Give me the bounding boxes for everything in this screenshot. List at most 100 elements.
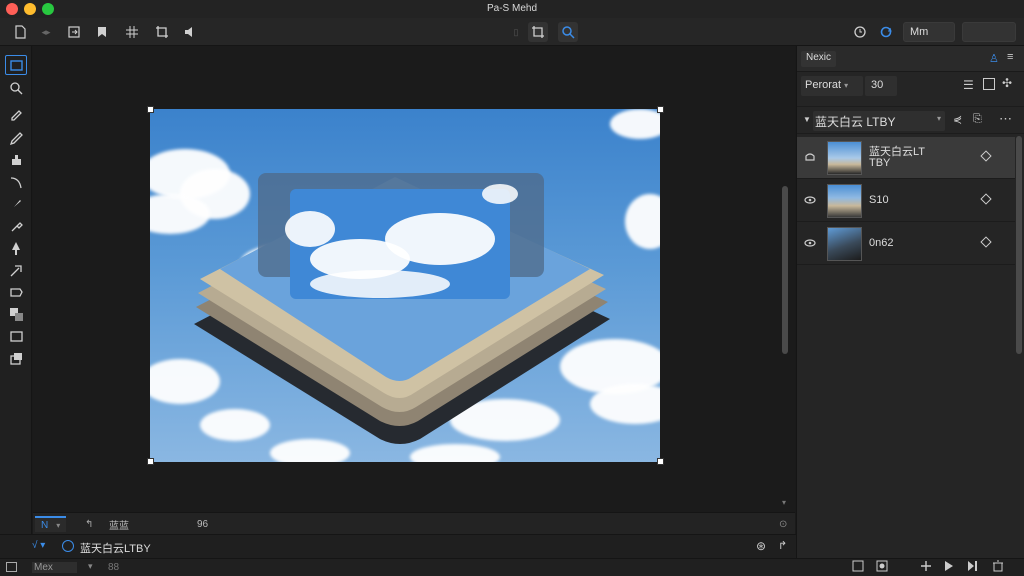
layer-stack-illustration	[194, 173, 610, 444]
divider-icon: ▯	[513, 26, 519, 37]
path-icon[interactable]: √ ▾	[32, 540, 45, 551]
panel-tab-bar: Nexic ♙ ≡	[797, 46, 1024, 72]
chevron-down-icon: ▾	[56, 520, 61, 530]
stamp-tool-icon[interactable]	[5, 150, 27, 170]
window-title: Pa-S Mehd	[486, 3, 538, 14]
grid-icon[interactable]	[122, 22, 142, 42]
curve-tool-icon[interactable]	[5, 172, 27, 192]
group-name-field[interactable]: 蓝天白云 LTBY ▾	[813, 111, 945, 131]
adjust-icon[interactable]: ✣	[1002, 76, 1012, 90]
play-icon[interactable]	[942, 560, 956, 574]
expand-icon[interactable]: ↱	[778, 539, 787, 552]
layer-row[interactable]: S10	[797, 180, 1015, 222]
layer-name: 0n62	[869, 237, 894, 249]
chevron-down-icon: ▾	[936, 114, 941, 123]
tool-strip	[0, 46, 32, 536]
menu-icon[interactable]: ≡	[1007, 51, 1013, 63]
canvas-area[interactable]: ▴ ▾	[33, 46, 817, 512]
new-layer-icon[interactable]: ⎘	[973, 113, 982, 126]
layer-row[interactable]: 蓝天白云LT TBY	[797, 137, 1015, 179]
link-icon[interactable]: ⋞	[953, 113, 962, 126]
crop-icon[interactable]	[152, 22, 172, 42]
dodge-tool-icon[interactable]	[5, 216, 27, 236]
visibility-icon[interactable]	[804, 151, 816, 163]
circle-icon[interactable]	[62, 540, 74, 552]
mask-icon[interactable]	[876, 560, 890, 574]
canvas-vertical-scrollbar[interactable]	[782, 186, 788, 354]
transform-handle-top-right[interactable]	[657, 106, 664, 113]
screen-mode-icon[interactable]	[5, 326, 27, 346]
pen-tool-icon[interactable]	[5, 128, 27, 148]
title-bar: Pa-S Mehd	[0, 0, 1024, 18]
sync-icon[interactable]	[876, 22, 896, 42]
keyframe-diamond-icon[interactable]	[980, 193, 992, 205]
brush-tool-icon[interactable]	[5, 194, 27, 214]
user-icon[interactable]: ♙	[989, 52, 999, 65]
keyframe-diamond-icon[interactable]	[980, 236, 992, 248]
zoom-tool-icon[interactable]	[5, 78, 27, 98]
layers-panel: Nexic ♙ ≡ Perorat ▾ 30 ☰ ✣ ▼ 蓝天白云 LTBY ▾ …	[796, 46, 1024, 558]
list-view-icon[interactable]: ☰	[963, 78, 974, 92]
image-icon[interactable]	[983, 78, 995, 90]
quick-mask-icon[interactable]	[5, 348, 27, 368]
transform-handle-top-left[interactable]	[147, 106, 154, 113]
app-window: Pa-S Mehd ◂▸ ▯ Mm ▾ N ▾ ↰ 蓝蓝 96 ⊙ √ ▾ 蓝天…	[0, 0, 1024, 576]
eye-icon[interactable]	[804, 237, 816, 249]
tab-layers-label[interactable]: 蓝蓝	[109, 516, 129, 532]
search-icon[interactable]	[558, 22, 578, 42]
mode-field[interactable]: Mm	[903, 22, 955, 42]
shape-tool-icon[interactable]	[5, 282, 27, 302]
value-field[interactable]	[962, 22, 1016, 42]
audio-icon[interactable]	[180, 22, 200, 42]
back-arrow-icon[interactable]: ↰	[85, 516, 93, 532]
layer-name-line2: TBY	[869, 157, 891, 169]
layer-row[interactable]: 0n62	[797, 223, 1015, 265]
scroll-down-icon[interactable]: ▾	[782, 498, 786, 507]
panel-footer	[796, 558, 1024, 576]
layer-group-row[interactable]: ▼ 蓝天白云 LTBY ▾ ⋞ ⎘ ⋯	[797, 106, 1024, 134]
transform-handle-bottom-right[interactable]	[657, 458, 664, 465]
delete-icon[interactable]	[992, 560, 1006, 574]
transform-handle-bottom-left[interactable]	[147, 458, 154, 465]
select-tool-icon[interactable]	[5, 55, 27, 75]
more-options-icon[interactable]: ⋯	[999, 111, 1012, 127]
preset-dropdown[interactable]: Perorat ▾	[801, 76, 863, 96]
direct-select-tool-icon[interactable]	[5, 260, 27, 280]
eye-icon[interactable]	[804, 194, 816, 206]
frame-icon[interactable]	[6, 562, 17, 572]
chevron-down-icon: ▾	[88, 561, 93, 571]
status-layer-label: 蓝天白云LTBY	[80, 543, 151, 555]
add-group-icon[interactable]	[852, 560, 866, 574]
color-swatch-icon[interactable]	[5, 304, 27, 324]
arrange-icon[interactable]: ◂▸	[36, 22, 56, 42]
transform-icon[interactable]	[528, 22, 548, 42]
layer-thumbnail	[827, 227, 862, 261]
artboard-image[interactable]	[150, 109, 660, 462]
history-icon[interactable]	[850, 22, 870, 42]
status-bar: √ ▾ 蓝天白云LTBY ⊛ ↱	[0, 534, 796, 558]
export-icon[interactable]	[64, 22, 84, 42]
preset-value-field[interactable]: 30	[865, 76, 897, 96]
settings-icon[interactable]: ⊛	[756, 539, 766, 553]
bottom-label[interactable]: Mex	[32, 562, 77, 573]
layer-thumbnail	[827, 141, 862, 175]
bottom-value: 88	[108, 562, 120, 573]
panel-vertical-scrollbar[interactable]	[1016, 136, 1022, 354]
path-select-tool-icon[interactable]	[5, 238, 27, 258]
tab-document-label: N	[41, 519, 49, 531]
eraser-tool-icon[interactable]	[5, 104, 27, 124]
bookmark-icon[interactable]	[92, 22, 112, 42]
preset-label: Perorat	[805, 79, 842, 91]
new-document-icon[interactable]	[10, 22, 30, 42]
chevron-down-icon[interactable]: ▼	[803, 115, 811, 124]
add-icon[interactable]	[920, 560, 934, 574]
keyframe-diamond-icon[interactable]	[980, 150, 992, 162]
next-frame-icon[interactable]	[966, 560, 980, 574]
tab-zoom-label[interactable]: 96	[197, 516, 208, 532]
tab-document[interactable]: N ▾	[35, 516, 67, 532]
layer-thumbnail	[827, 184, 862, 218]
close-tab-icon[interactable]: ⊙	[779, 516, 787, 532]
group-name: 蓝天白云 LTBY	[815, 115, 896, 129]
panel-tab-label[interactable]: Nexic	[801, 51, 837, 67]
layer-name: S10	[869, 194, 889, 206]
